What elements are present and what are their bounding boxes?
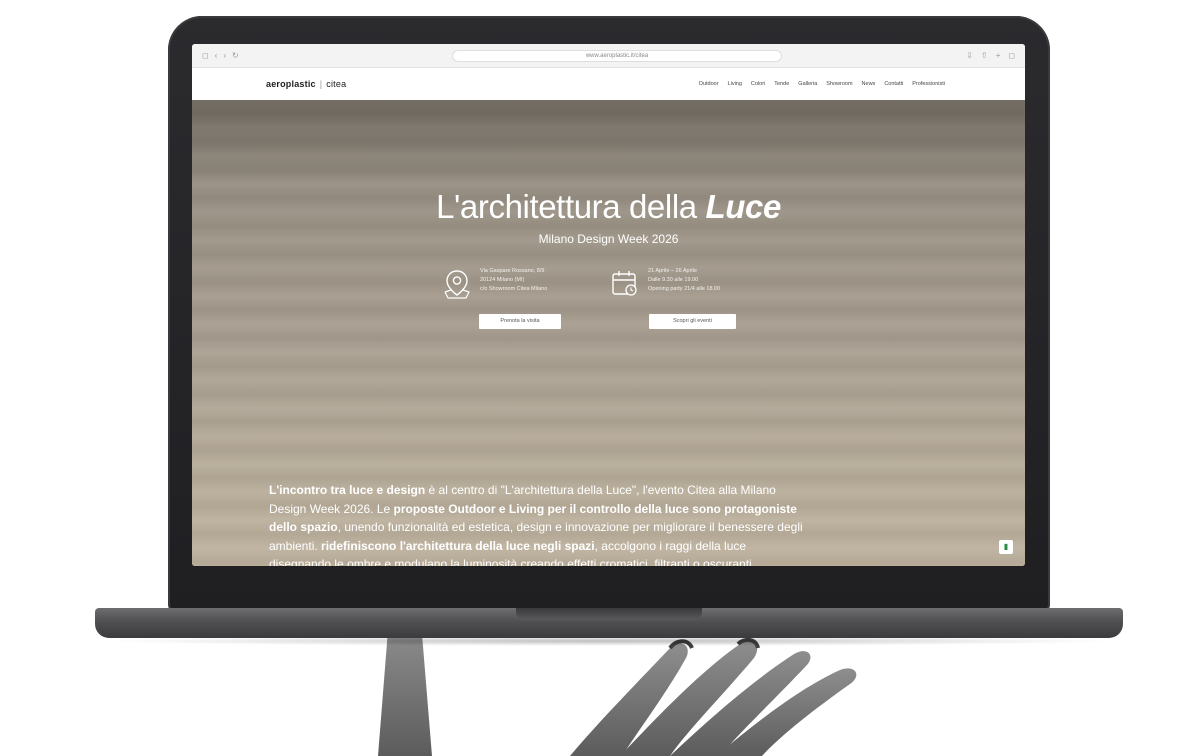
- reload-icon[interactable]: ↻: [232, 51, 239, 61]
- laptop-opening-notch: [516, 608, 702, 620]
- calendar-icon: [612, 271, 637, 296]
- site-logo[interactable]: aeroplastic | citea: [266, 79, 346, 89]
- opening-line: Opening party 21/4 alle 18.00: [648, 286, 721, 292]
- nav-item-outdoor[interactable]: Outdoor: [699, 81, 719, 87]
- date-range-line: 21 Aprile – 26 Aprile: [648, 268, 697, 274]
- new-tab-icon[interactable]: +: [996, 51, 1001, 61]
- main-nav: Outdoor Living Colori Tende Galleria Sho…: [699, 81, 945, 87]
- discover-events-button[interactable]: Scopri gli eventi: [649, 314, 736, 329]
- map-pin-icon: [444, 270, 470, 299]
- address-line: Via Gaspare Rossano, 8/9: [480, 268, 545, 274]
- chat-widget-icon[interactable]: ▮: [999, 540, 1013, 554]
- forward-icon[interactable]: ›: [223, 51, 226, 61]
- hero-title-emphasis: Luce: [705, 188, 781, 225]
- sidebar-toggle-icon[interactable]: ◻: [202, 51, 209, 61]
- nav-item-tende[interactable]: Tende: [774, 81, 789, 87]
- nav-item-galleria[interactable]: Galleria: [798, 81, 817, 87]
- browser-toolbar: ◻ ‹ › ↻ www.aeroplastic.it/citea ⇩ ⇧ + ◻: [192, 44, 1025, 68]
- intro-paragraph: L'incontro tra luce e design è al centro…: [269, 481, 809, 566]
- browser-actions: ⇩ ⇧ + ◻: [966, 51, 1015, 61]
- logo-aeroplastic: aeroplastic: [266, 79, 316, 89]
- hero-subtitle: Milano Design Week 2026: [538, 232, 679, 246]
- hours-line: Dalle 9.30 alle 19.00: [648, 277, 699, 283]
- hero-section: L'architettura della Luce Milano Design …: [192, 100, 1025, 566]
- venue-line: c/o Showroom Citea Milano: [480, 286, 548, 292]
- tabs-overview-icon[interactable]: ◻: [1008, 51, 1015, 61]
- dates-info: 21 Aprile – 26 Aprile Dalle 9.30 alle 19…: [610, 268, 720, 300]
- book-visit-button[interactable]: Prenota la visita: [479, 314, 561, 329]
- nav-item-living[interactable]: Living: [728, 81, 742, 87]
- laptop-mockup: ◻ ‹ › ↻ www.aeroplastic.it/citea ⇩ ⇧ + ◻…: [0, 0, 1198, 756]
- browser-nav-controls: ◻ ‹ › ↻: [202, 51, 239, 61]
- location-info: Via Gaspare Rossano, 8/9 20124 Milano (M…: [442, 268, 547, 300]
- nav-item-contatti[interactable]: Contatti: [884, 81, 903, 87]
- nav-item-showroom[interactable]: Showroom: [826, 81, 852, 87]
- location-lines: Via Gaspare Rossano, 8/9 20124 Milano (M…: [480, 268, 547, 300]
- share-icon[interactable]: ⇧: [981, 51, 988, 61]
- back-icon[interactable]: ‹: [215, 51, 218, 61]
- hero-title: L'architettura della Luce: [192, 188, 1025, 226]
- laptop-screen: ◻ ‹ › ↻ www.aeroplastic.it/citea ⇩ ⇧ + ◻…: [192, 44, 1025, 566]
- address-bar[interactable]: www.aeroplastic.it/citea: [452, 50, 782, 62]
- nav-item-professionisti[interactable]: Professionisti: [912, 81, 945, 87]
- logo-separator: |: [319, 79, 323, 89]
- nav-item-colori[interactable]: Colori: [751, 81, 765, 87]
- download-icon[interactable]: ⇩: [966, 51, 973, 61]
- intro-bold-3: ridefiniscono l'architettura della luce …: [321, 538, 595, 553]
- hero-title-plain: L'architettura della: [436, 188, 706, 225]
- city-line: 20124 Milano (MI): [480, 277, 525, 283]
- intro-bold-1: L'incontro tra luce e design: [269, 483, 426, 497]
- nav-item-news[interactable]: News: [862, 81, 876, 87]
- logo-citea: citea: [326, 79, 347, 89]
- dates-lines: 21 Aprile – 26 Aprile Dalle 9.30 alle 19…: [648, 268, 720, 300]
- site-header: aeroplastic | citea Outdoor Living Color…: [192, 68, 1025, 100]
